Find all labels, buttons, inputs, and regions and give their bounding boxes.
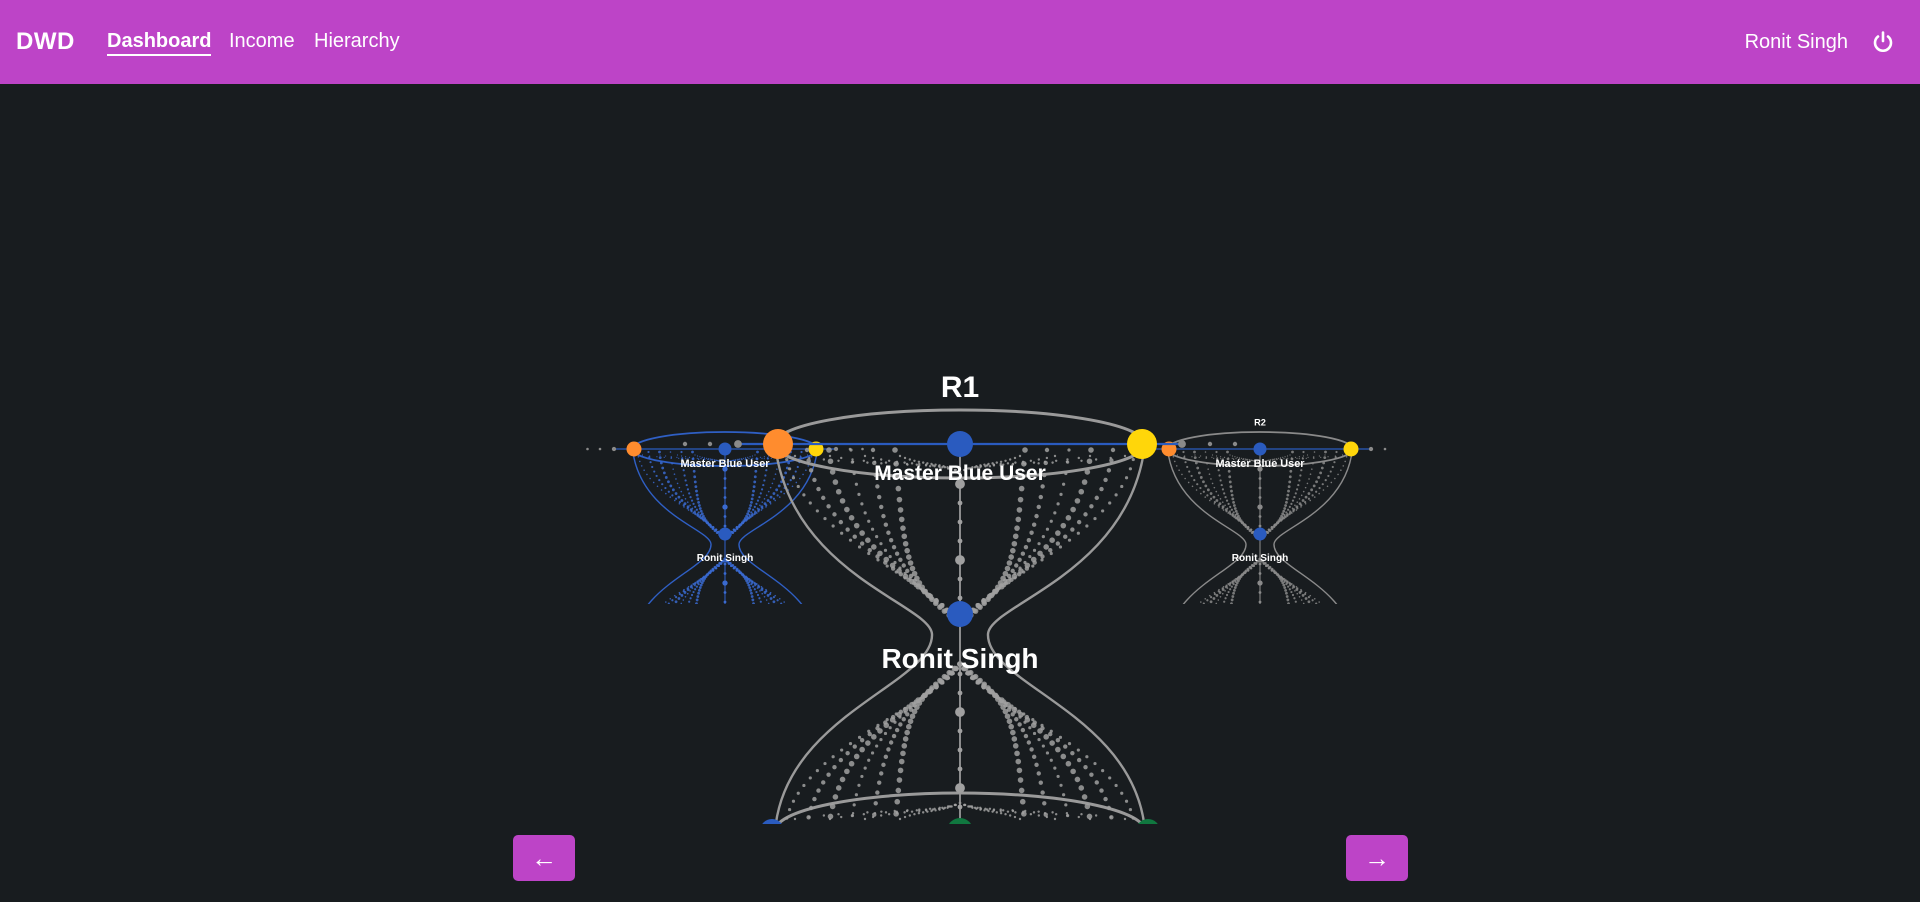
right-node[interactable] xyxy=(1343,441,1359,457)
arrow-right-icon: → xyxy=(1364,842,1390,873)
prev-button[interactable]: ← xyxy=(513,835,575,881)
carousel-stage: Master Blue UserRonit SinghAbinashRohitS… xyxy=(0,84,1920,902)
child-node[interactable] xyxy=(947,818,973,844)
right-node[interactable] xyxy=(1127,429,1157,459)
navbar: DWD Dashboard Income Hierarchy Ronit Sin… xyxy=(0,0,1920,84)
top-label: Master Blue User xyxy=(874,462,1046,485)
center-label: Ronit Singh xyxy=(881,643,1038,674)
nav-income[interactable]: Income xyxy=(229,30,295,53)
main-hourglass[interactable]: R1Master Blue UserRonit SinghRishabh Sir… xyxy=(660,204,1260,871)
top-node[interactable] xyxy=(947,431,973,457)
next-button[interactable]: → xyxy=(1346,835,1408,881)
power-icon[interactable] xyxy=(1870,29,1896,55)
hourglass-title: R1 xyxy=(941,371,979,404)
user-name[interactable]: Ronit Singh xyxy=(1745,31,1848,54)
brand-logo[interactable]: DWD xyxy=(16,28,75,56)
arrow-left-icon: ← xyxy=(531,842,557,873)
left-node[interactable] xyxy=(626,441,642,457)
left-node[interactable] xyxy=(763,429,793,459)
center-node[interactable] xyxy=(947,601,973,627)
nav-hierarchy[interactable]: Hierarchy xyxy=(314,30,400,53)
nav-dashboard[interactable]: Dashboard xyxy=(107,30,212,56)
